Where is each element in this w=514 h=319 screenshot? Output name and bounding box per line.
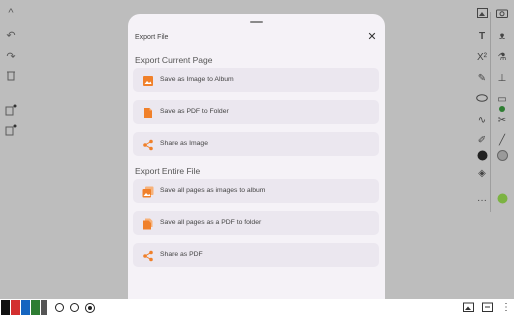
page-export-icon[interactable]	[4, 124, 18, 138]
item-label: Share as PDF	[160, 251, 203, 258]
section-title-entire-file: Export Entire File	[135, 166, 201, 176]
save-all-images-button[interactable]: Save all pages as images to album	[133, 179, 379, 203]
share-as-image-button[interactable]: Share as Image	[133, 132, 379, 156]
pen-red-swatch[interactable]	[11, 300, 20, 315]
share-icon	[142, 249, 154, 262]
pencils-icon[interactable]: ✐	[474, 133, 490, 149]
formula-icon[interactable]: X²	[474, 50, 490, 66]
more-vertical-icon[interactable]: ⋮	[500, 302, 512, 314]
pen-settings-icon[interactable]	[494, 193, 510, 209]
left-toolbar: ^ ↶ ↷	[0, 0, 24, 299]
stroke-small-option[interactable]	[55, 303, 64, 312]
page-view-icon[interactable]	[481, 302, 493, 314]
save-pdf-to-folder-button[interactable]: Save as PDF to Folder	[133, 100, 379, 124]
scissors-icon[interactable]: ✂	[494, 113, 510, 129]
close-icon[interactable]: ✕	[366, 31, 378, 43]
image-insert-icon[interactable]	[474, 8, 490, 24]
pen-black-swatch[interactable]	[1, 300, 10, 315]
pdf-file-icon	[142, 106, 154, 118]
bottom-toolbar: ⋮	[0, 299, 514, 319]
pen-green-swatch[interactable]	[31, 300, 40, 315]
right-toolbar: T ᴥ X² ⚗ ✎ ⊥ ▭ ∿ ✂ ✐ ╱ ◈ ···	[470, 0, 514, 299]
redo-icon[interactable]: ↷	[4, 50, 18, 64]
pen-blue-swatch[interactable]	[21, 300, 30, 315]
item-label: Share as Image	[160, 140, 208, 147]
eyedropper-icon[interactable]: ✎	[474, 71, 490, 87]
camera-icon[interactable]	[494, 8, 510, 24]
link-tool-icon[interactable]: ∿	[474, 113, 490, 129]
share-icon	[142, 138, 154, 151]
layers-icon[interactable]: ◈	[474, 166, 490, 182]
section-title-current-page: Export Current Page	[135, 55, 213, 65]
stroke-large-option[interactable]	[85, 303, 95, 313]
sheet-title: Export File	[135, 34, 169, 41]
item-label: Save all pages as a PDF to folder	[160, 219, 262, 226]
export-file-sheet: Export File ✕ Export Current Page Save a…	[128, 14, 385, 304]
item-label: Save all pages as images to album	[160, 187, 266, 194]
ruler-icon[interactable]: ⊥	[494, 71, 510, 87]
item-label: Save as PDF to Folder	[160, 108, 229, 115]
item-label: Save as Image to Album	[160, 76, 234, 83]
gray-color-dot[interactable]	[494, 150, 510, 166]
image-icon	[142, 74, 154, 86]
images-icon	[142, 185, 154, 198]
drag-handle[interactable]	[250, 21, 263, 23]
text-tool-icon[interactable]: T	[474, 29, 490, 45]
image-icon[interactable]	[462, 302, 474, 314]
save-all-pdf-button[interactable]: Save all pages as a PDF to folder	[133, 211, 379, 235]
save-image-to-album-button[interactable]: Save as Image to Album	[133, 68, 379, 92]
undo-icon[interactable]: ↶	[4, 29, 18, 43]
black-color-dot[interactable]	[474, 150, 490, 166]
trash-icon[interactable]	[4, 70, 18, 84]
pdf-files-icon	[142, 217, 154, 230]
lasso-icon[interactable]: ᴥ	[494, 29, 510, 45]
flask-icon[interactable]: ⚗	[494, 50, 510, 66]
green-indicator-dot	[499, 106, 505, 112]
more-menu-icon[interactable]: ···	[474, 193, 490, 209]
share-as-pdf-button[interactable]: Share as PDF	[133, 243, 379, 267]
collapse-chevron-icon[interactable]: ^	[4, 6, 18, 20]
toolbar-divider	[490, 12, 491, 212]
pen-gray-swatch[interactable]	[41, 300, 47, 315]
stroke-medium-option[interactable]	[70, 303, 79, 312]
add-page-icon[interactable]	[4, 104, 18, 118]
ellipse-tool-icon[interactable]	[474, 92, 490, 108]
line-tool-icon[interactable]: ╱	[494, 133, 510, 149]
